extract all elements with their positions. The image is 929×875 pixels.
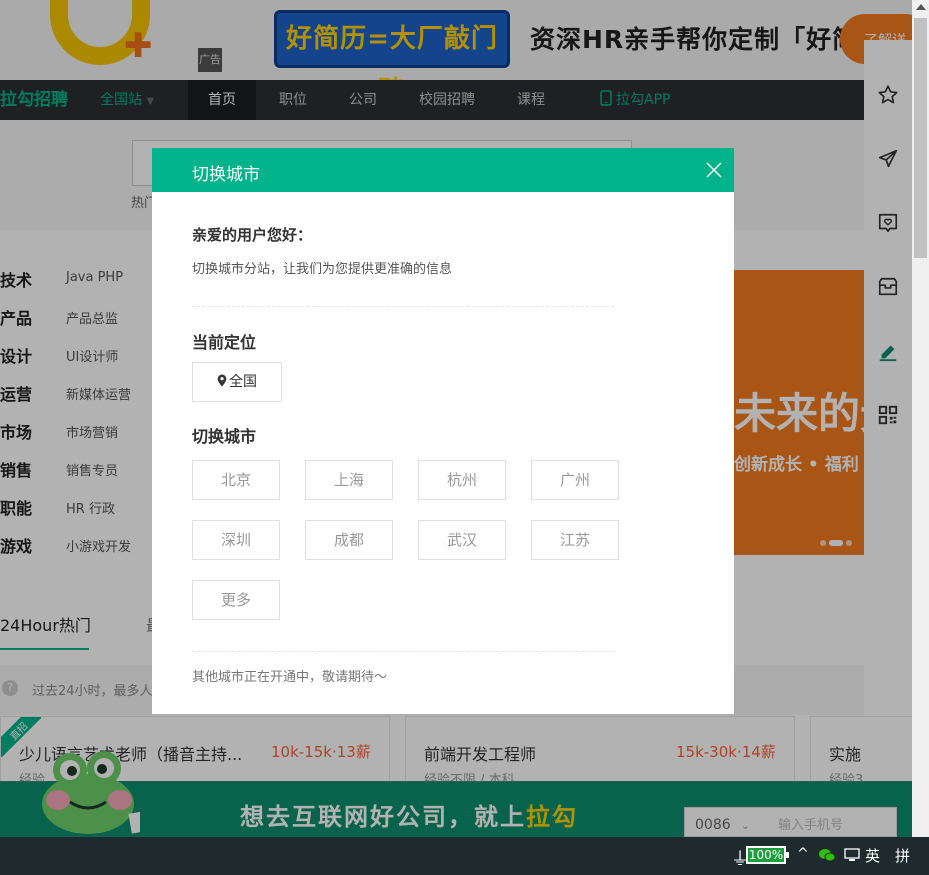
scroll-up-arrow-icon[interactable] — [916, 4, 926, 10]
battery-tip — [786, 852, 789, 858]
scrollbar-thumb[interactable] — [914, 18, 927, 258]
greeting-text: 亲爱的用户您好： — [192, 226, 313, 244]
current-location-button[interactable]: 全国 — [192, 362, 282, 402]
network-icon[interactable] — [844, 848, 860, 862]
city-button-beijing[interactable]: 北京 — [192, 460, 280, 500]
modal-header: 切换城市 — [152, 148, 734, 192]
city-button-jiangsu[interactable]: 江苏 — [531, 520, 619, 560]
divider — [192, 306, 614, 307]
city-button-chengdu[interactable]: 成都 — [305, 520, 393, 560]
input-language-indicator[interactable]: 英 — [865, 845, 880, 866]
city-button-more[interactable]: 更多 — [192, 580, 280, 620]
location-pin-icon — [217, 374, 227, 387]
city-switch-modal: 切换城市 亲爱的用户您好： 切换城市分站，让我们为您提供更准确的信息 当前定位 … — [152, 148, 734, 714]
city-button-wuhan[interactable]: 武汉 — [418, 520, 506, 560]
current-location-label: 全国 — [229, 374, 257, 390]
modal-title: 切换城市 — [192, 165, 260, 185]
footer-note: 其他城市正在开通中，敬请期待～ — [192, 670, 388, 685]
switch-city-title: 切换城市 — [192, 427, 257, 446]
ime-mode-indicator[interactable]: 拼 — [895, 845, 910, 866]
city-button-shenzhen[interactable]: 深圳 — [192, 520, 280, 560]
wechat-icon[interactable] — [818, 848, 836, 862]
close-icon[interactable] — [704, 160, 724, 180]
city-button-guangzhou[interactable]: 广州 — [531, 460, 619, 500]
tray-expand-icon[interactable]: ^ — [797, 846, 809, 862]
divider — [192, 651, 614, 652]
city-button-shanghai[interactable]: 上海 — [305, 460, 393, 500]
battery-indicator[interactable]: 100% — [746, 846, 786, 864]
os-taskbar — [0, 837, 929, 875]
current-location-title: 当前定位 — [192, 333, 257, 352]
city-button-hangzhou[interactable]: 杭州 — [418, 460, 506, 500]
description-text: 切换城市分站，让我们为您提供更准确的信息 — [192, 262, 453, 277]
